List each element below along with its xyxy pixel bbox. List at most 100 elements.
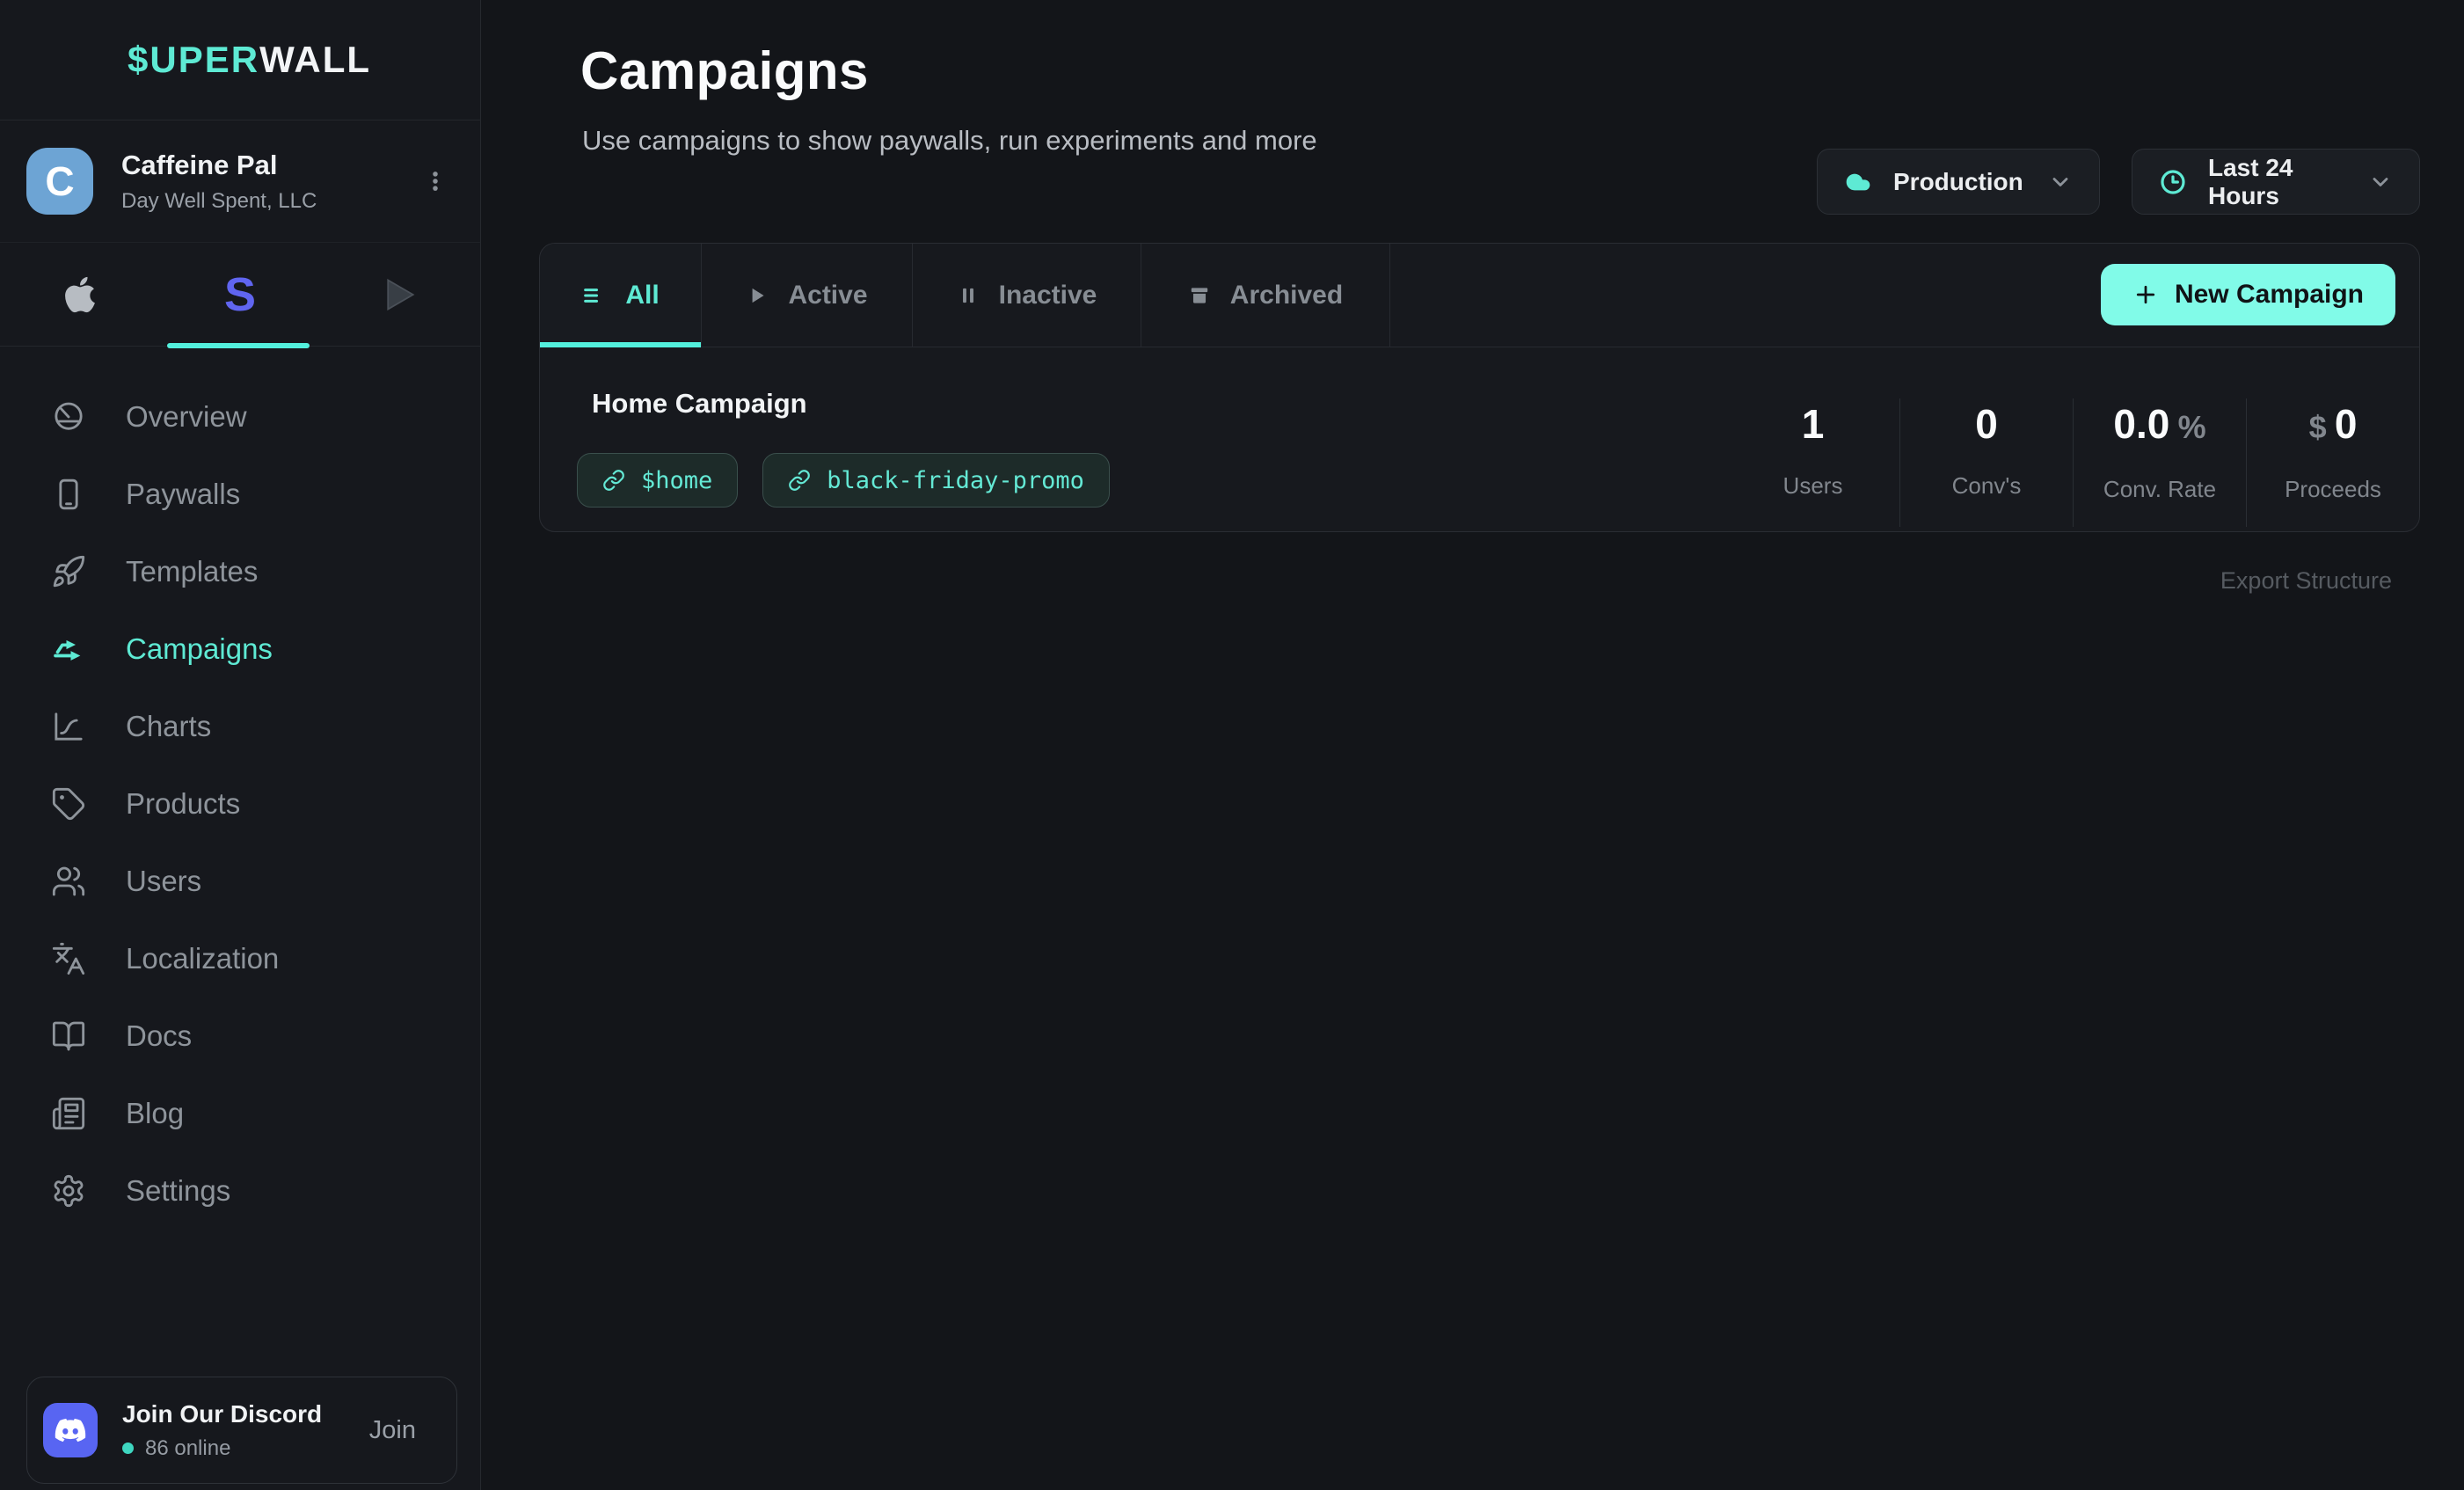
list-icon: [581, 283, 606, 308]
tab-label: Archived: [1230, 281, 1343, 310]
avatar: C: [26, 148, 93, 215]
play-icon: [746, 284, 769, 307]
platform-tab-ios[interactable]: [0, 243, 160, 346]
time-range-value: Last 24 Hours: [2208, 154, 2347, 210]
discord-info: Join Our Discord 86 online: [122, 1400, 322, 1461]
platform-tabs: S: [0, 242, 480, 347]
stat-value: $ 0: [2309, 398, 2358, 453]
docs-icon: [50, 1018, 87, 1055]
sidebar-item-label: Overview: [126, 400, 247, 434]
chevron-down-icon: [2368, 170, 2393, 194]
campaign-row[interactable]: Home Campaign $home black-friday-promo: [540, 347, 2419, 532]
sidebar-item-label: Paywalls: [126, 478, 240, 511]
sidebar-item-templates[interactable]: Templates: [0, 533, 480, 610]
blog-icon: [50, 1095, 87, 1132]
stat-conversions: 0 Conv's: [1899, 398, 2073, 527]
stat-proceeds: $ 0 Proceeds: [2246, 398, 2419, 527]
placement-tag[interactable]: $home: [577, 453, 738, 508]
campaign-stats: 1 Users 0 Conv's 0.0 % Conv. Rate $ 0 Pr…: [1726, 398, 2419, 527]
platform-tab-android[interactable]: [320, 243, 480, 346]
logo-accent-text: $UPER: [128, 39, 259, 81]
logo-rest-text: WALL: [259, 39, 371, 81]
new-campaign-button[interactable]: New Campaign: [2101, 264, 2395, 325]
products-icon: [50, 785, 87, 822]
apple-icon: [62, 274, 98, 315]
stat-label: Conv. Rate: [2103, 476, 2216, 503]
stat-users: 1 Users: [1726, 398, 1899, 527]
tab-all[interactable]: All: [540, 244, 702, 347]
chevron-down-icon: [2048, 170, 2073, 194]
sidebar-item-blog[interactable]: Blog: [0, 1075, 480, 1152]
discord-online-row: 86 online: [122, 1436, 322, 1461]
settings-icon: [50, 1172, 87, 1209]
users-icon: [50, 863, 87, 900]
stat-conversion-rate: 0.0 % Conv. Rate: [2073, 398, 2246, 527]
new-campaign-label: New Campaign: [2175, 280, 2364, 310]
sidebar-item-settings[interactable]: Settings: [0, 1152, 480, 1230]
avatar-initial: C: [45, 157, 74, 205]
clock-icon: [2159, 168, 2187, 196]
discord-title: Join Our Discord: [122, 1400, 322, 1428]
kebab-menu-icon[interactable]: [422, 168, 448, 194]
export-structure-button[interactable]: Export Structure: [2220, 567, 2392, 595]
discord-card[interactable]: Join Our Discord 86 online Join: [26, 1377, 457, 1484]
paywalls-icon: [50, 476, 87, 513]
tab-label: Active: [788, 281, 867, 310]
sidebar-item-label: Products: [126, 787, 240, 821]
sidebar-item-paywalls[interactable]: Paywalls: [0, 456, 480, 533]
account-switcher[interactable]: C Caffeine Pal Day Well Spent, LLC: [0, 121, 480, 242]
discord-icon: [43, 1403, 98, 1457]
pause-icon: [957, 284, 980, 307]
campaign-tags: $home black-friday-promo: [577, 453, 1110, 508]
sidebar-item-label: Docs: [126, 1019, 192, 1053]
app-root: $UPERWALL C Caffeine Pal Day Well Spent,…: [0, 0, 2464, 1490]
sidebar-item-localization[interactable]: Localization: [0, 920, 480, 997]
sidebar-item-charts[interactable]: Charts: [0, 688, 480, 765]
sidebar-item-users[interactable]: Users: [0, 843, 480, 920]
charts-icon: [50, 708, 87, 745]
tab-label: All: [625, 281, 659, 310]
sidebar-item-label: Settings: [126, 1174, 230, 1208]
placement-tag-label: $home: [641, 467, 712, 494]
sidebar-item-docs[interactable]: Docs: [0, 997, 480, 1075]
stat-value: 0.0 %: [2113, 398, 2205, 453]
sidebar-item-label: Localization: [126, 942, 279, 975]
sidebar-item-products[interactable]: Products: [0, 765, 480, 843]
tab-inactive[interactable]: Inactive: [913, 244, 1141, 347]
localization-icon: [50, 940, 87, 977]
sidebar-item-overview[interactable]: Overview: [0, 378, 480, 456]
page-subtitle: Use campaigns to show paywalls, run expe…: [582, 125, 1317, 157]
google-play-icon: [381, 275, 419, 314]
sidebar: $UPERWALL C Caffeine Pal Day Well Spent,…: [0, 0, 481, 1490]
account-info: Caffeine Pal Day Well Spent, LLC: [121, 150, 317, 214]
sidebar-item-label: Campaigns: [126, 632, 273, 666]
platform-tab-superwall[interactable]: S: [160, 243, 320, 346]
archive-icon: [1188, 284, 1211, 307]
online-dot-icon: [122, 1443, 134, 1454]
stat-label: Proceeds: [2285, 476, 2381, 503]
overview-icon: [50, 398, 87, 435]
tab-archived[interactable]: Archived: [1141, 244, 1390, 347]
placement-tag[interactable]: black-friday-promo: [762, 453, 1110, 508]
account-name: Caffeine Pal: [121, 150, 317, 181]
main-content: Campaigns Use campaigns to show paywalls…: [482, 0, 2464, 1490]
sidebar-item-campaigns[interactable]: Campaigns: [0, 610, 480, 688]
stat-value: 1: [1802, 398, 1825, 449]
discord-online-count: 86 online: [145, 1436, 230, 1461]
templates-icon: [50, 553, 87, 590]
time-range-dropdown[interactable]: Last 24 Hours: [2132, 149, 2420, 215]
stat-label: Users: [1783, 472, 1843, 500]
page-title: Campaigns: [580, 40, 869, 101]
environment-dropdown[interactable]: Production: [1817, 149, 2100, 215]
discord-join-button[interactable]: Join: [369, 1416, 416, 1445]
superwall-logo[interactable]: $UPERWALL: [0, 0, 480, 121]
account-company: Day Well Spent, LLC: [121, 189, 317, 214]
cloud-icon: [1844, 168, 1872, 196]
placement-tag-label: black-friday-promo: [827, 467, 1084, 494]
environment-value: Production: [1893, 168, 2023, 196]
plus-icon: [2132, 281, 2159, 308]
sidebar-item-label: Users: [126, 865, 201, 898]
tab-active[interactable]: Active: [702, 244, 913, 347]
campaigns-icon: [50, 631, 87, 668]
sidebar-menu: Overview Paywalls Templates Campaigns: [0, 347, 480, 1230]
